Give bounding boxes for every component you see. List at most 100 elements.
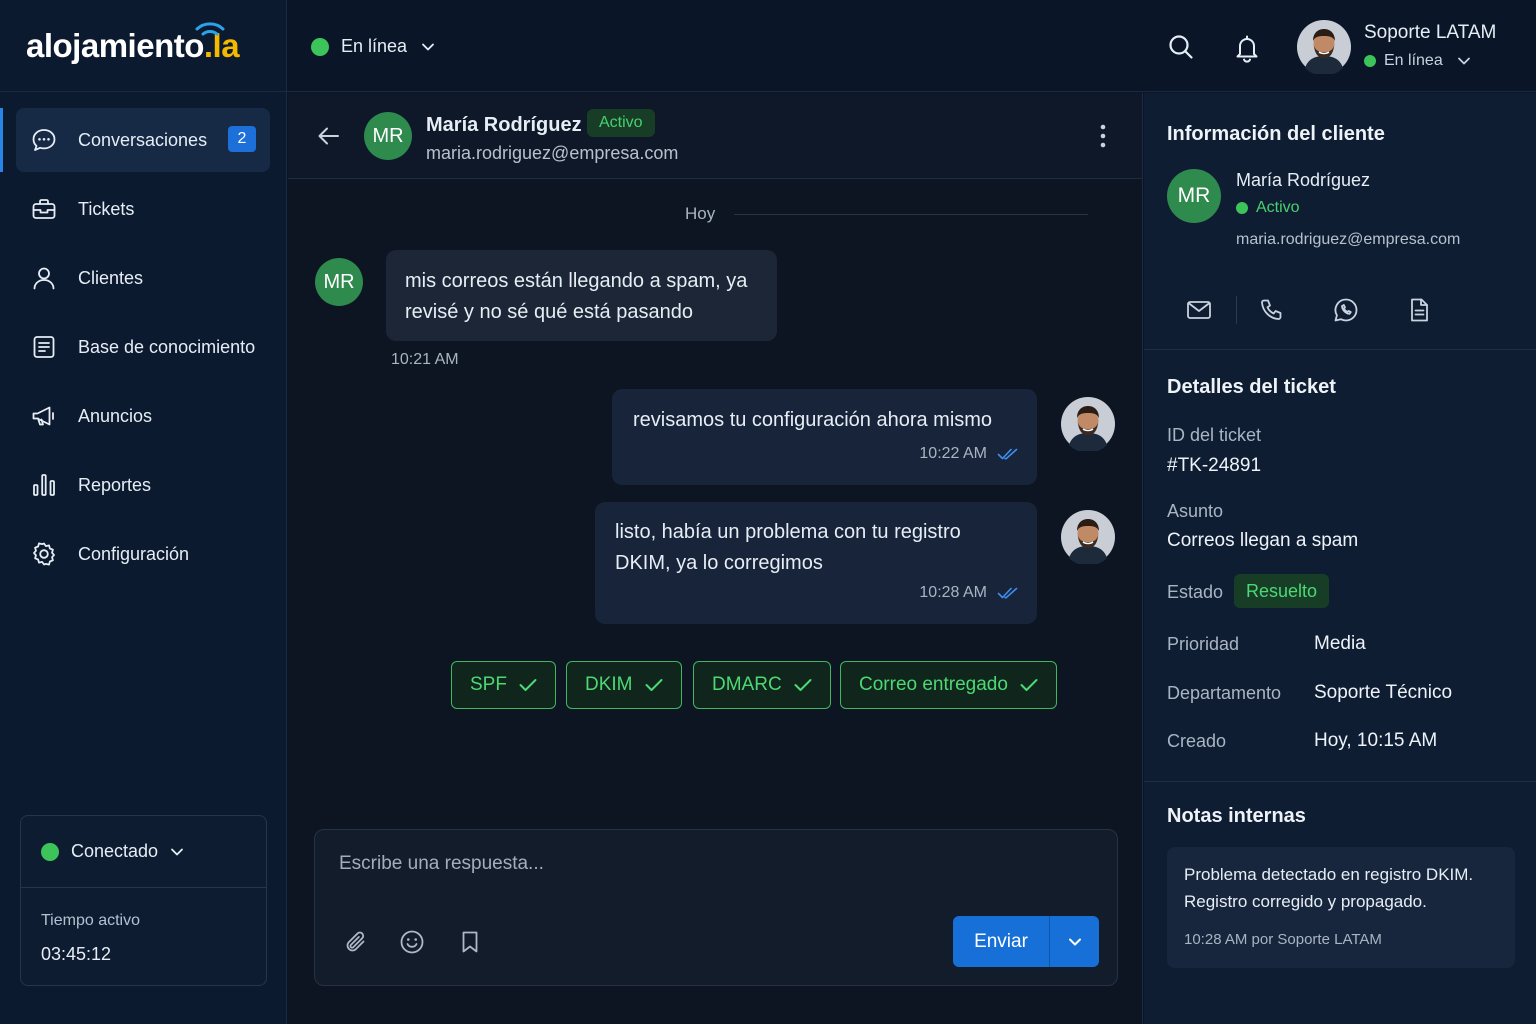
customer-avatar: MR (1167, 169, 1221, 223)
document-icon (30, 333, 58, 361)
message-bubble-outgoing: revisamos tu configuración ahora mismo 1… (612, 389, 1037, 485)
customer-email: maria.rodriguez@empresa.com (1236, 231, 1461, 248)
user-name[interactable]: Soporte LATAM (1364, 22, 1496, 44)
message-meta: 10:22 AM (919, 438, 1019, 469)
logo[interactable]: alojamiento.la (0, 0, 286, 92)
customer-status: Activo (1236, 199, 1300, 217)
availability-selector[interactable]: En línea (311, 36, 435, 57)
sidebar-item-conversaciones[interactable]: Conversaciones 2 (0, 108, 270, 172)
sidebar-item-label: Tickets (78, 198, 135, 219)
verification-chip-dmarc: DMARC (693, 661, 831, 709)
chip-label: DKIM (585, 674, 633, 695)
wifi-icon (194, 20, 226, 38)
customer-name: María Rodríguez (1236, 170, 1371, 190)
chevron-down-icon (1457, 56, 1471, 66)
message-meta: 10:28 AM (919, 577, 1019, 608)
check-icon (645, 678, 663, 692)
ticket-icon (30, 195, 58, 223)
day-separator-line (734, 214, 1088, 215)
divider (1144, 349, 1536, 350)
send-button[interactable]: Enviar (953, 916, 1050, 967)
verification-chip-correo-entregado: Correo entregado (840, 661, 1057, 709)
contact-name: María Rodríguez (426, 114, 582, 136)
reply-input[interactable] (339, 850, 1079, 878)
availability-label: En línea (341, 36, 408, 56)
verification-chip-spf: SPF (451, 661, 556, 709)
ticket-status-badge: Resuelto (1234, 574, 1330, 608)
ticket-created-label: Creado (1167, 731, 1227, 751)
sidebar-item-configuracion[interactable]: Configuración (16, 522, 270, 586)
day-separator-label: Hoy (685, 204, 716, 223)
megaphone-icon (30, 402, 58, 430)
check-icon (794, 678, 812, 692)
double-check-icon (997, 586, 1019, 600)
sidebar-item-label: Base de conocimiento (78, 336, 256, 357)
connection-status-label: Conectado (71, 841, 159, 861)
chat-bubble-icon (30, 126, 58, 154)
divider (1236, 296, 1237, 324)
ticket-department-label: Departamento (1167, 683, 1282, 703)
reply-composer: Enviar (314, 829, 1118, 986)
section-title: Información del cliente (1167, 123, 1385, 145)
divider (1144, 781, 1536, 782)
agent-avatar (1061, 510, 1115, 564)
sidebar-item-label: Reportes (78, 474, 152, 495)
ticket-priority-value: Media (1314, 633, 1366, 654)
sidebar-item-anuncios[interactable]: Anuncios (16, 384, 270, 448)
ticket-id-label: ID del ticket (1167, 425, 1262, 445)
sidebar-item-reportes[interactable]: Reportes (16, 453, 270, 517)
sidebar-item-label: Anuncios (78, 405, 153, 426)
check-icon (1020, 678, 1038, 692)
sidebar-item-base-de-conocimiento[interactable]: Base de conocimiento (16, 315, 270, 379)
ticket-department-value: Soporte Técnico (1314, 682, 1453, 703)
arrow-left-icon[interactable] (316, 123, 342, 149)
sidebar: alojamiento.la Conversaciones 2 Tickets … (0, 0, 287, 1024)
message-bubble-incoming: mis correos están llegando a spam, ya re… (386, 250, 777, 341)
message-bubble-outgoing: listo, había un problema con tu registro… (595, 502, 1037, 624)
sidebar-nav: Conversaciones 2 Tickets Clientes Base d… (0, 92, 286, 586)
sidebar-item-clientes[interactable]: Clientes (16, 246, 270, 310)
bookmark-icon[interactable] (457, 929, 483, 955)
chip-label: Correo entregado (859, 674, 1008, 695)
sidebar-item-label: Clientes (78, 267, 144, 288)
ticket-priority-label: Prioridad (1167, 634, 1240, 654)
ticket-subject-value: Correos llegan a spam (1167, 530, 1359, 551)
message-text: revisamos tu configuración ahora mismo (633, 409, 993, 431)
message-time: 10:28 AM (919, 584, 987, 601)
online-indicator (41, 842, 59, 861)
file-icon[interactable] (1405, 297, 1433, 323)
customer-info-panel: Información del cliente MR María Rodrígu… (1144, 93, 1536, 1024)
ticket-created-value: Hoy, 10:15 AM (1314, 730, 1438, 751)
send-button-group: Enviar (953, 916, 1099, 967)
emoji-icon[interactable] (399, 929, 425, 955)
whatsapp-icon[interactable] (1332, 297, 1360, 323)
uptime-value: 03:45:12 (41, 944, 112, 964)
user-icon (30, 264, 58, 292)
check-icon (519, 678, 537, 692)
phone-icon[interactable] (1258, 297, 1286, 323)
sidebar-item-label: Configuración (78, 543, 190, 564)
send-options-button[interactable] (1050, 916, 1099, 967)
status-badge: Activo (587, 109, 655, 137)
paperclip-icon[interactable] (343, 929, 369, 955)
customer-status-label: Activo (1256, 199, 1300, 216)
note-meta: 10:28 AM por Soporte LATAM (1184, 931, 1382, 948)
connection-status-selector[interactable]: Conectado (21, 816, 266, 888)
uptime-label: Tiempo activo (41, 912, 140, 929)
bell-icon[interactable] (1233, 33, 1261, 63)
user-status-selector[interactable]: En línea (1364, 52, 1471, 70)
mail-icon[interactable] (1185, 297, 1213, 323)
conversation-panel: MR María Rodríguez Activo maria.rodrigue… (288, 93, 1143, 1024)
unread-count-badge: 2 (228, 126, 256, 152)
more-options-icon[interactable] (1094, 123, 1112, 149)
chevron-down-icon (1068, 937, 1082, 947)
ticket-subject-label: Asunto (1167, 501, 1224, 521)
sidebar-item-tickets[interactable]: Tickets (16, 177, 270, 241)
user-avatar[interactable] (1297, 20, 1351, 74)
sidebar-item-label: Conversaciones (78, 129, 208, 150)
agent-avatar (1061, 397, 1115, 451)
ticket-id-value: #TK-24891 (1167, 455, 1262, 476)
search-icon[interactable] (1167, 33, 1195, 61)
message-text: listo, había un problema con tu registro… (615, 521, 961, 574)
chip-label: DMARC (712, 674, 782, 695)
